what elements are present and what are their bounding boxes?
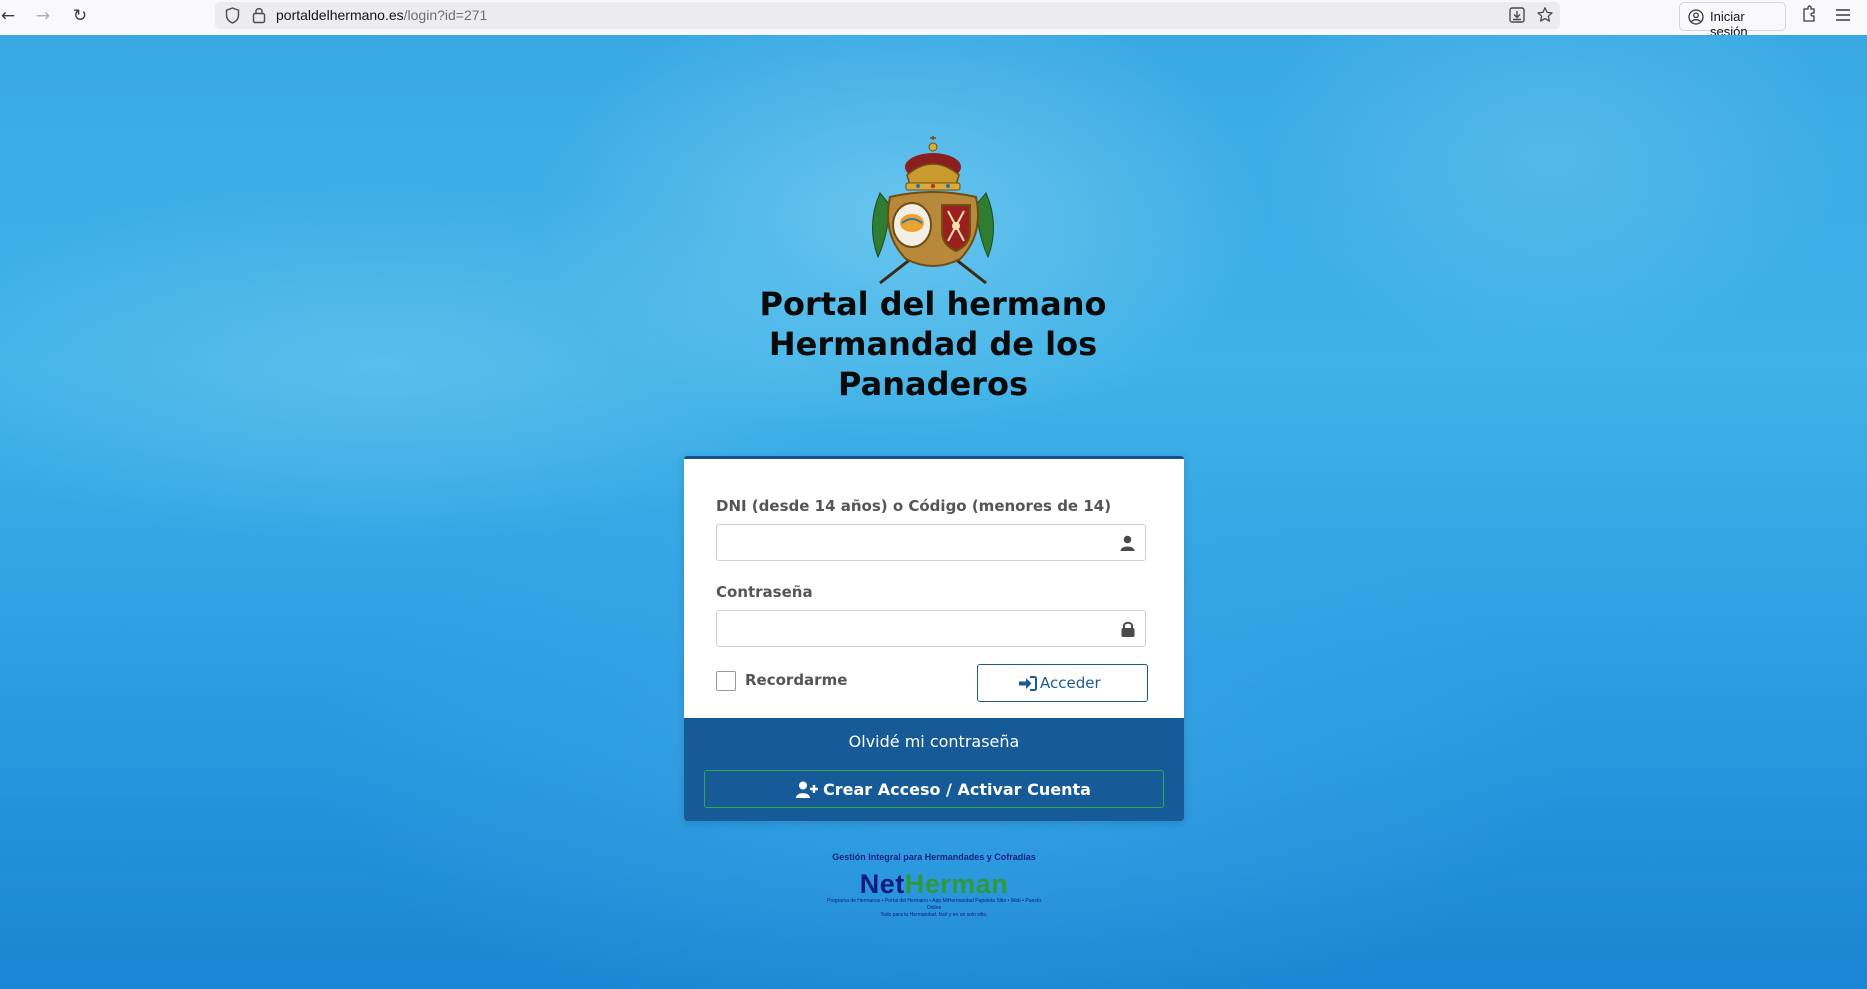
- title-line-hermandad: Hermandad de los: [768, 325, 1098, 363]
- user-plus-icon: [796, 781, 818, 798]
- extensions-icon[interactable]: [1799, 5, 1819, 25]
- create-account-label: Crear Acceso / Activar Cuenta: [823, 780, 1091, 799]
- bookmark-star-icon[interactable]: [1536, 6, 1554, 24]
- hamburger-menu-icon[interactable]: [1833, 5, 1853, 25]
- dni-label: DNI (desde 14 años) o Código (menores de…: [716, 497, 1112, 515]
- signin-button[interactable]: Iniciar sesión: [1679, 2, 1786, 39]
- dni-input[interactable]: [725, 526, 1109, 561]
- forgot-password-link[interactable]: Olvidé mi contraseña: [684, 732, 1184, 751]
- url-text[interactable]: portaldelhermano.es/login?id=271: [276, 7, 487, 23]
- netherman-logo: NetHerman: [859, 869, 1009, 899]
- reload-icon[interactable]: ↻: [69, 5, 91, 27]
- account-icon: [1688, 9, 1704, 25]
- title-line-portal: Portal del hermano: [759, 285, 1107, 323]
- password-input[interactable]: [725, 612, 1109, 647]
- shield-icon[interactable]: [225, 7, 240, 24]
- sign-in-icon: [1019, 676, 1037, 691]
- lock-icon: [1121, 621, 1135, 637]
- forward-icon[interactable]: →: [32, 5, 54, 27]
- hermandad-crest-logo: [871, 136, 995, 285]
- password-field-wrapper: [716, 610, 1146, 647]
- browser-toolbar: ← → ↻ portaldelhermano.es/login?id=271 I…: [0, 0, 1867, 39]
- back-icon[interactable]: ←: [0, 5, 19, 27]
- page-background: Portal del hermano Hermandad de los Pana…: [0, 35, 1867, 989]
- remember-checkbox[interactable]: [716, 671, 736, 691]
- card-footer: Olvidé mi contraseña Crear Acceso / Acti…: [684, 718, 1184, 821]
- user-icon: [1120, 535, 1135, 551]
- page-title: Portal del hermano Hermandad de los Pana…: [683, 284, 1183, 404]
- acceder-label: Acceder: [1040, 674, 1101, 692]
- remember-label[interactable]: Recordarme: [745, 671, 847, 689]
- dni-field-wrapper: [716, 524, 1146, 561]
- brand-tagline: Gestión Integral para Hermandades y Cofr…: [832, 852, 1036, 862]
- address-bar[interactable]: portaldelhermano.es/login?id=271: [215, 2, 1560, 29]
- download-page-icon[interactable]: [1508, 6, 1526, 24]
- create-account-button[interactable]: Crear Acceso / Activar Cuenta: [704, 770, 1164, 808]
- acceder-button[interactable]: Acceder: [977, 664, 1148, 702]
- password-label: Contraseña: [716, 583, 813, 601]
- brand-fine-print-2: Todo para tu Hermandad, fácil y en un so…: [880, 912, 988, 918]
- netherman-branding[interactable]: Gestión Integral para Hermandades y Cofr…: [820, 852, 1048, 919]
- login-card: DNI (desde 14 años) o Código (menores de…: [684, 456, 1184, 821]
- brand-fine-print-1: Programa de Hermanos • Portal del Herman…: [827, 898, 1041, 911]
- lock-icon[interactable]: [252, 6, 266, 24]
- title-line-panaderos: Panaderos: [838, 365, 1028, 403]
